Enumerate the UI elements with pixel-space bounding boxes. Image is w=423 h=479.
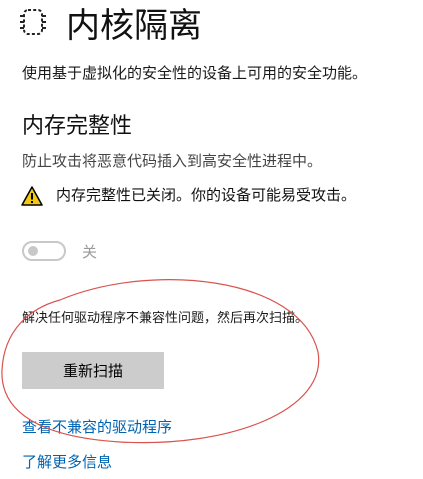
memory-chip-icon (20, 9, 46, 35)
section-title-memory-integrity: 内存完整性 (22, 114, 133, 139)
section-description: 防止攻击将恶意代码插入到高安全性进程中。 (22, 152, 323, 170)
toggle-state-label: 关 (82, 243, 98, 261)
page-description: 使用基于虚拟化的安全性的设备上可用的安全功能。 (22, 64, 368, 82)
toggle-knob (28, 246, 38, 256)
rescan-description: 解决任何驱动程序不兼容性问题，然后再次扫描。 (22, 311, 309, 326)
page-title: 内核隔离 (66, 6, 202, 46)
rescan-button[interactable]: 重新扫描 (22, 352, 164, 389)
memory-integrity-toggle[interactable] (22, 241, 66, 261)
view-incompatible-drivers-link[interactable]: 查看不兼容的驱动程序 (22, 416, 172, 438)
warning-icon (21, 186, 43, 206)
learn-more-link[interactable]: 了解更多信息 (22, 451, 112, 473)
warning-text: 内存完整性已关闭。你的设备可能易受攻击。 (56, 186, 357, 204)
